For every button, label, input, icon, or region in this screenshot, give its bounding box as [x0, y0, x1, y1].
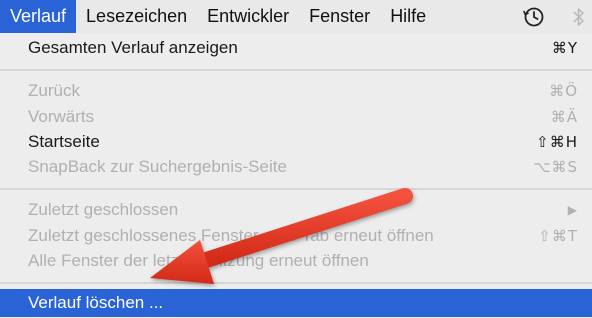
menu-item-label: Startseite — [28, 132, 100, 151]
menu-bar: Verlauf Lesezeichen Entwickler Fenster H… — [0, 0, 592, 34]
submenu-arrow-icon: ▶ — [567, 203, 578, 217]
menubar-item-lesezeichen[interactable]: Lesezeichen — [76, 0, 197, 33]
menu-item-shortcut: ⌥⌘S — [533, 158, 578, 176]
menu-separator — [0, 69, 592, 71]
menu-item-shortcut: ⇧⌘T — [538, 227, 578, 245]
menu-item-tab-erneut-oeffnen: Zuletzt geschlossenes Fenster oder Tab e… — [0, 223, 592, 249]
menu-item-alle-fenster-oeffnen: Alle Fenster der letzten Sitzung erneut … — [0, 248, 592, 274]
menu-item-shortcut: ⌘Ä — [550, 108, 578, 126]
menu-item-zurueck: Zurück ⌘Ö — [0, 78, 592, 104]
menu-item-label: Verlauf löschen ... — [28, 293, 164, 312]
menubar-item-hilfe[interactable]: Hilfe — [380, 0, 436, 33]
menu-separator — [0, 282, 592, 284]
menu-item-shortcut: ⌘Y — [551, 39, 578, 57]
menu-separator — [0, 188, 592, 190]
menu-item-label: SnapBack zur Suchergebnis-Seite — [28, 157, 287, 176]
menu-item-gesamten-verlauf[interactable]: Gesamten Verlauf anzeigen ⌘Y — [0, 35, 592, 61]
menu-item-shortcut: ⇧⌘H — [536, 133, 578, 151]
menubar-item-fenster[interactable]: Fenster — [299, 0, 380, 33]
menu-item-zuletzt-geschlossen: Zuletzt geschlossen ▶ — [0, 197, 592, 223]
menu-item-verlauf-loeschen[interactable]: Verlauf löschen ... — [0, 289, 592, 317]
screen: Verlauf Lesezeichen Entwickler Fenster H… — [0, 0, 592, 318]
menu-item-label: Zuletzt geschlossen — [28, 200, 179, 219]
menu-item-label: Zuletzt geschlossenes Fenster oder Tab e… — [28, 226, 434, 245]
menu-item-label: Zurück — [28, 81, 80, 100]
time-machine-icon[interactable] — [520, 0, 548, 33]
menu-item-startseite[interactable]: Startseite ⇧⌘H — [0, 129, 592, 155]
menu-item-label: Alle Fenster der letzten Sitzung erneut … — [28, 251, 369, 270]
menu-item-snapback: SnapBack zur Suchergebnis-Seite ⌥⌘S — [0, 154, 592, 180]
menubar-item-verlauf[interactable]: Verlauf — [0, 0, 77, 33]
bluetooth-icon[interactable] — [568, 0, 590, 33]
menu-item-label: Vorwärts — [28, 107, 95, 126]
verlauf-dropdown-menu: Gesamten Verlauf anzeigen ⌘Y Zurück ⌘Ö V… — [0, 33, 592, 318]
menu-item-label: Gesamten Verlauf anzeigen — [28, 38, 238, 57]
menubar-item-entwickler[interactable]: Entwickler — [197, 0, 299, 33]
menu-item-shortcut: ⌘Ö — [549, 82, 578, 100]
menu-item-vorwaerts: Vorwärts ⌘Ä — [0, 104, 592, 130]
